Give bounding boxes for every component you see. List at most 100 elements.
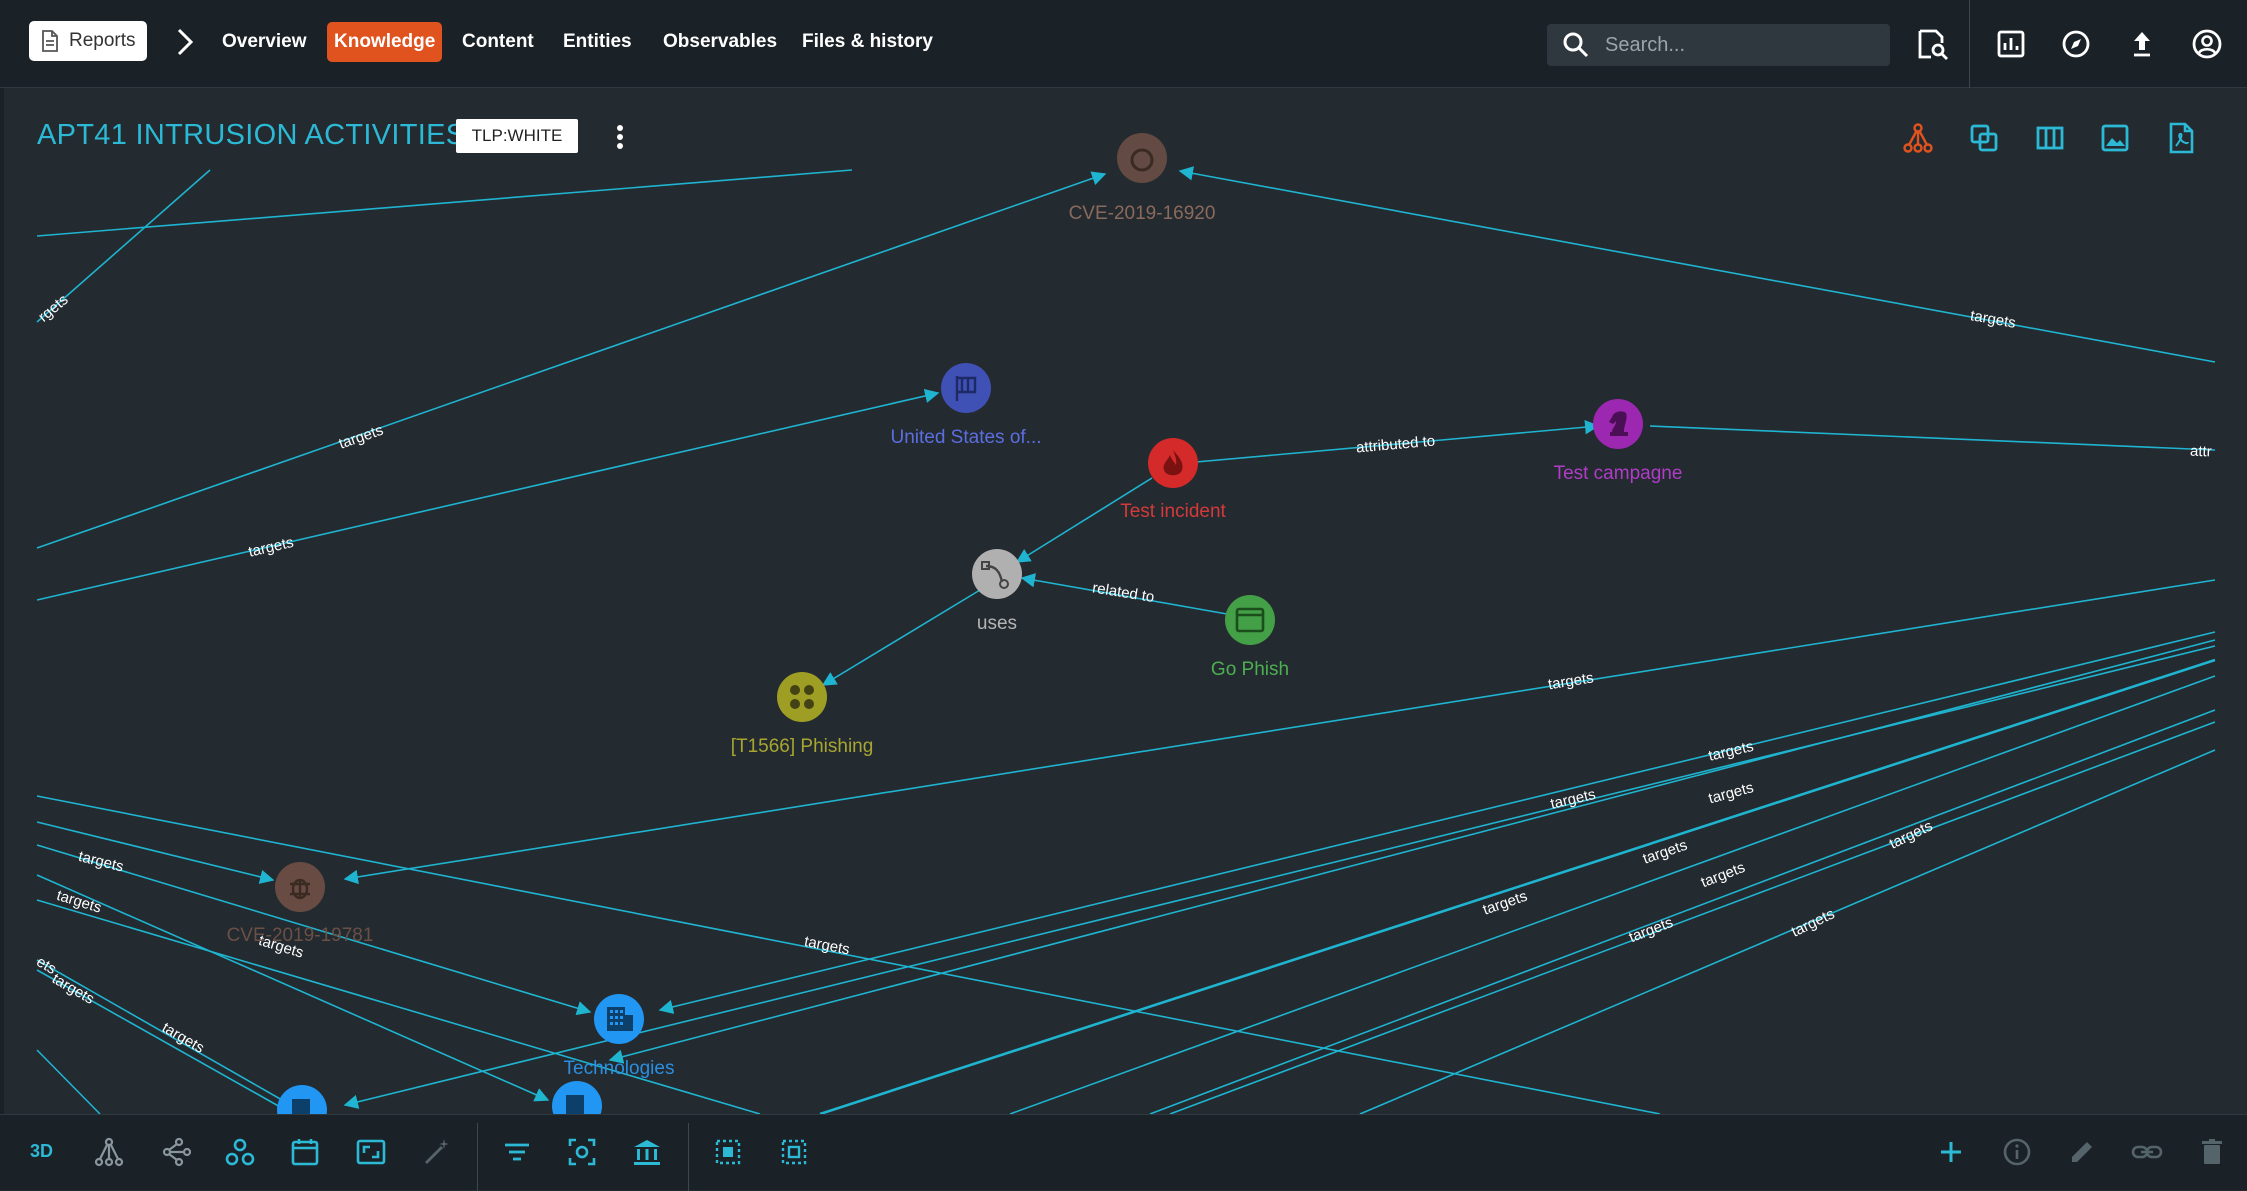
node-label: CVE-2019-19781 bbox=[227, 925, 374, 946]
edge-label: related to bbox=[1091, 579, 1155, 606]
timeline-icon[interactable] bbox=[287, 1134, 323, 1170]
account-icon[interactable] bbox=[2189, 26, 2225, 62]
info-icon[interactable] bbox=[1999, 1134, 2035, 1170]
tab-knowledge[interactable]: Knowledge bbox=[327, 22, 443, 62]
graph-edge bbox=[1649, 425, 2216, 451]
graph-edge bbox=[36, 821, 275, 884]
edge-label: attributed to bbox=[1355, 433, 1435, 457]
node-test-campagne[interactable]: Test campagne bbox=[1554, 399, 1683, 484]
institution-icon[interactable] bbox=[629, 1134, 665, 1170]
document-icon bbox=[42, 30, 58, 52]
filter-icon[interactable] bbox=[499, 1134, 535, 1170]
edge-label: targets bbox=[803, 933, 851, 958]
graph-edge bbox=[658, 631, 2216, 1014]
topbar-divider bbox=[1969, 0, 1970, 88]
graph-edge bbox=[1169, 721, 2216, 1115]
force-mode-icon[interactable] bbox=[157, 1134, 193, 1170]
chevron-right-icon bbox=[177, 28, 194, 56]
edge-label: targets bbox=[1969, 307, 2017, 332]
columns-icon[interactable] bbox=[2032, 120, 2068, 156]
select-by-type-icon[interactable] bbox=[776, 1134, 812, 1170]
edge-label: targets bbox=[1699, 859, 1748, 891]
tree-layout-icon[interactable] bbox=[1900, 120, 1936, 156]
focus-icon[interactable] bbox=[564, 1134, 600, 1170]
tab-observables[interactable]: Observables bbox=[656, 22, 784, 62]
search-box[interactable] bbox=[1547, 24, 1890, 66]
tab-overview[interactable]: Overview bbox=[215, 22, 314, 62]
graph-edge bbox=[1359, 749, 2216, 1115]
graph-edge bbox=[1009, 675, 2216, 1115]
upload-icon[interactable] bbox=[2124, 26, 2160, 62]
graph-edge bbox=[36, 171, 1107, 549]
edge-label: targets bbox=[247, 534, 296, 561]
select-all-icon[interactable] bbox=[710, 1134, 746, 1170]
building-icon bbox=[292, 1099, 310, 1114]
add-icon[interactable] bbox=[1933, 1134, 1969, 1170]
left-panel-edge bbox=[0, 88, 4, 1114]
3d-toggle[interactable]: 3D bbox=[30, 1141, 53, 1162]
node-go-phish[interactable]: Go Phish bbox=[1211, 595, 1289, 680]
graph-edge bbox=[819, 658, 2216, 1116]
tab-entities[interactable]: Entities bbox=[556, 22, 639, 62]
node-label: Go Phish bbox=[1211, 659, 1289, 680]
edge-label: targets bbox=[1789, 905, 1838, 940]
top-app-bar: Reports Overview Knowledge Content Entit… bbox=[0, 0, 2247, 88]
edge-label: targets bbox=[1707, 779, 1756, 807]
node-label: CVE-2019-16920 bbox=[1069, 203, 1216, 224]
graph-edge bbox=[36, 388, 940, 601]
edge-label: targets bbox=[1547, 669, 1595, 693]
fit-screen-icon[interactable] bbox=[353, 1134, 389, 1170]
search-icon bbox=[1563, 32, 1589, 58]
graph-edge bbox=[36, 899, 761, 1115]
node-technologies[interactable]: Technologies bbox=[564, 994, 675, 1079]
node-label: Test incident bbox=[1120, 501, 1226, 522]
node-test-incident[interactable]: Test incident bbox=[1120, 438, 1227, 522]
reports-breadcrumb-button[interactable]: Reports bbox=[29, 21, 147, 61]
edge-label: targets bbox=[1627, 914, 1676, 946]
pdf-export-icon[interactable] bbox=[2163, 120, 2199, 156]
edge-label: targets bbox=[49, 970, 97, 1008]
node-phishing[interactable]: [T1566] Phishing bbox=[731, 672, 874, 757]
graph-toolbar: 3D bbox=[0, 1114, 2247, 1191]
node-united-states[interactable]: United States of... bbox=[890, 363, 1042, 448]
toolbar-divider bbox=[477, 1123, 478, 1191]
edge-label: targets bbox=[159, 1019, 207, 1057]
building-icon bbox=[566, 1095, 584, 1114]
tab-content[interactable]: Content bbox=[455, 22, 541, 62]
image-export-icon[interactable] bbox=[2097, 120, 2133, 156]
node-label: Technologies bbox=[564, 1058, 675, 1079]
graph-edge bbox=[36, 169, 853, 237]
dashboard-icon[interactable] bbox=[1993, 26, 2029, 62]
link-icon[interactable] bbox=[2129, 1134, 2165, 1170]
explore-icon[interactable] bbox=[2058, 26, 2094, 62]
edge-label: targets bbox=[77, 848, 126, 876]
search-document-icon[interactable] bbox=[1914, 26, 1950, 62]
graph-edge bbox=[608, 639, 2216, 1064]
selection-icon[interactable] bbox=[1966, 120, 2002, 156]
edge-label: targets bbox=[1641, 837, 1690, 868]
edit-icon[interactable] bbox=[2064, 1134, 2100, 1170]
report-title: APT41 INTRUSION ACTIVITIES bbox=[37, 119, 466, 151]
graph-edge bbox=[343, 579, 2216, 885]
graph-edge bbox=[1149, 709, 2216, 1115]
search-input[interactable] bbox=[1603, 32, 1887, 58]
delete-icon[interactable] bbox=[2194, 1134, 2230, 1170]
node-uses-relationship[interactable]: uses bbox=[972, 549, 1022, 634]
node-label: [T1566] Phishing bbox=[731, 736, 874, 757]
marking-badge: TLP:WHITE bbox=[456, 119, 578, 153]
edge-label: attr bbox=[2190, 443, 2212, 461]
tab-files-history[interactable]: Files & history bbox=[795, 22, 940, 62]
graph-edge bbox=[36, 1049, 101, 1115]
node-label: Test campagne bbox=[1554, 463, 1683, 484]
reports-label: Reports bbox=[69, 30, 136, 51]
knowledge-graph[interactable]: targets targets rgets targets attributed… bbox=[0, 0, 2247, 1190]
edge-label: targets bbox=[1887, 817, 1936, 852]
graph-edge bbox=[1178, 166, 2216, 363]
node-label: United States of... bbox=[890, 427, 1041, 448]
tree-mode-icon[interactable] bbox=[91, 1134, 127, 1170]
toolbar-divider bbox=[688, 1123, 689, 1191]
more-vert-icon[interactable] bbox=[607, 120, 633, 154]
auto-layout-icon[interactable] bbox=[418, 1134, 454, 1170]
graph-edge bbox=[821, 589, 981, 686]
correlation-icon[interactable] bbox=[222, 1134, 258, 1170]
